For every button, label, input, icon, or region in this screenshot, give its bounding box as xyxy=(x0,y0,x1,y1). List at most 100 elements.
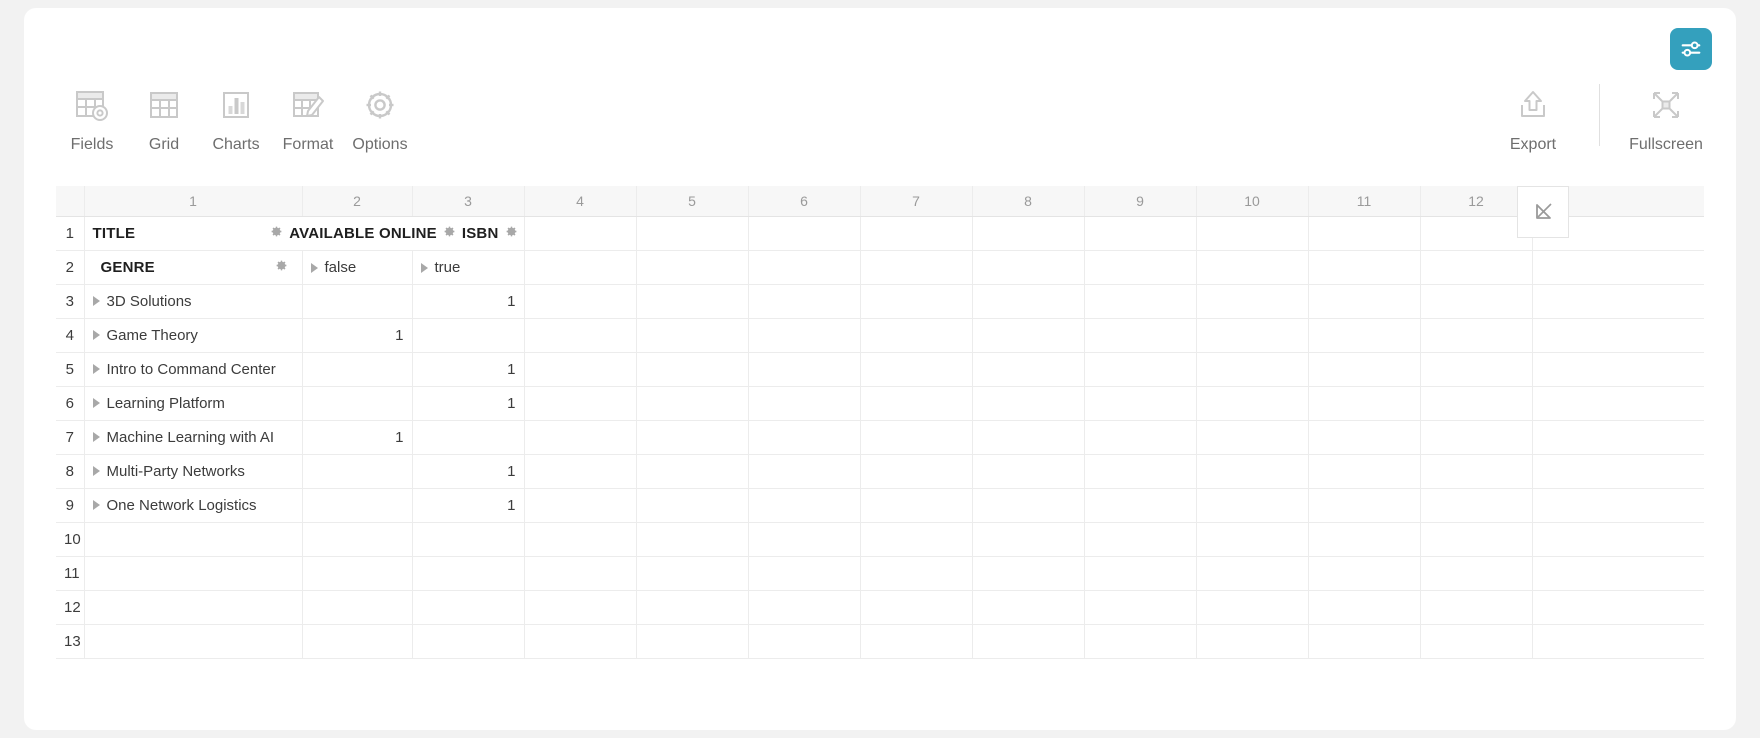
row-number-3[interactable]: 3 xyxy=(56,284,85,319)
grid-cell[interactable] xyxy=(1532,522,1704,557)
genre-cell[interactable]: Game Theory xyxy=(84,318,303,353)
grid-cell[interactable] xyxy=(1308,318,1421,353)
grid-cell[interactable] xyxy=(860,590,973,625)
grid-cell[interactable] xyxy=(748,522,861,557)
grid-cell[interactable] xyxy=(1532,624,1704,659)
grid-cell[interactable] xyxy=(524,352,637,387)
row-number-11[interactable]: 11 xyxy=(56,556,85,591)
genre-cell[interactable]: Multi-Party Networks xyxy=(84,454,303,489)
grid-cell[interactable] xyxy=(84,556,303,591)
grid-cell[interactable] xyxy=(1308,454,1421,489)
grid-cell[interactable] xyxy=(860,556,973,591)
grid-cell[interactable] xyxy=(1532,386,1704,421)
row-number-1[interactable]: 1 xyxy=(56,216,85,251)
grid-cell[interactable] xyxy=(1420,250,1533,285)
grid-cell[interactable] xyxy=(1532,284,1704,319)
grid-cell[interactable] xyxy=(1196,386,1309,421)
grid-cell[interactable] xyxy=(748,216,861,251)
value-cell-true[interactable]: 1 xyxy=(412,488,525,523)
grid-cell[interactable] xyxy=(972,318,1085,353)
column-header-7[interactable]: 7 xyxy=(860,186,973,217)
grid-cell[interactable] xyxy=(1084,318,1197,353)
grid-cell[interactable] xyxy=(972,556,1085,591)
grid-cell[interactable] xyxy=(636,522,749,557)
grid-cell[interactable] xyxy=(860,522,973,557)
gear-icon[interactable] xyxy=(505,225,518,242)
value-cell-false[interactable] xyxy=(302,352,413,387)
grid-cell[interactable] xyxy=(1084,556,1197,591)
grid-cell[interactable] xyxy=(524,386,637,421)
value-cell-true[interactable]: 1 xyxy=(412,386,525,421)
grid-cell[interactable] xyxy=(524,454,637,489)
grid-cell[interactable] xyxy=(1196,250,1309,285)
row-number-6[interactable]: 6 xyxy=(56,386,85,421)
grid-cell[interactable] xyxy=(972,386,1085,421)
grid-cell[interactable] xyxy=(1420,386,1533,421)
grid-cell[interactable] xyxy=(1532,454,1704,489)
grid-cell[interactable] xyxy=(524,556,637,591)
row-number-10[interactable]: 10 xyxy=(56,522,85,557)
gear-icon[interactable] xyxy=(443,225,456,242)
genre-cell[interactable]: Intro to Command Center xyxy=(84,352,303,387)
grid-cell[interactable] xyxy=(636,556,749,591)
grid-cell[interactable] xyxy=(1532,556,1704,591)
grid-cell[interactable] xyxy=(1196,420,1309,455)
grid-cell[interactable] xyxy=(1532,420,1704,455)
grid-cell[interactable] xyxy=(1420,216,1533,251)
value-cell-false[interactable]: 1 xyxy=(302,318,413,353)
grid-cell[interactable] xyxy=(972,284,1085,319)
toolbar-button-grid[interactable]: Grid xyxy=(128,80,200,154)
grid-cell[interactable] xyxy=(1420,590,1533,625)
grid-cell[interactable] xyxy=(524,624,637,659)
value-cell-true[interactable]: 1 xyxy=(412,284,525,319)
value-cell-true[interactable] xyxy=(412,420,525,455)
value-cell-false[interactable] xyxy=(302,454,413,489)
row-number-7[interactable]: 7 xyxy=(56,420,85,455)
grid-cell[interactable] xyxy=(1196,352,1309,387)
grid-cell[interactable] xyxy=(860,284,973,319)
grid-cell[interactable] xyxy=(1420,522,1533,557)
row-number-5[interactable]: 5 xyxy=(56,352,85,387)
grid-cell[interactable] xyxy=(1532,590,1704,625)
grid-cell[interactable] xyxy=(524,420,637,455)
grid-cell[interactable] xyxy=(972,420,1085,455)
grid-cell[interactable] xyxy=(1084,590,1197,625)
value-cell-false[interactable] xyxy=(302,488,413,523)
grid-cell[interactable] xyxy=(860,624,973,659)
grid-cell[interactable] xyxy=(636,386,749,421)
grid-cell[interactable] xyxy=(1196,556,1309,591)
grid-cell[interactable] xyxy=(1420,624,1533,659)
grid-cell[interactable] xyxy=(636,250,749,285)
grid-cell[interactable] xyxy=(1196,318,1309,353)
grid-cell[interactable] xyxy=(972,624,1085,659)
grid-cell[interactable] xyxy=(1420,454,1533,489)
grid-cell[interactable] xyxy=(1196,454,1309,489)
grid-cell[interactable] xyxy=(302,556,413,591)
row-number-4[interactable]: 4 xyxy=(56,318,85,353)
column-header-1[interactable]: 1 xyxy=(84,186,303,217)
grid-cell[interactable] xyxy=(302,522,413,557)
gear-icon[interactable] xyxy=(275,259,288,276)
column-header-3[interactable]: 3 xyxy=(412,186,525,217)
field-label-title[interactable]: TITLE xyxy=(93,225,136,242)
grid-cell[interactable] xyxy=(636,590,749,625)
grid-cell[interactable] xyxy=(84,590,303,625)
genre-cell[interactable]: One Network Logistics xyxy=(84,488,303,523)
field-label-isbn[interactable]: ISBN xyxy=(462,225,499,242)
row-field-label-genre[interactable]: GENRE xyxy=(101,259,155,276)
grid-cell[interactable] xyxy=(412,590,525,625)
grid-cell[interactable] xyxy=(1420,318,1533,353)
grid-cell[interactable] xyxy=(1084,488,1197,523)
grid-cell[interactable] xyxy=(972,590,1085,625)
toolbar-button-format[interactable]: Format xyxy=(272,80,344,154)
genre-cell[interactable]: Machine Learning with AI xyxy=(84,420,303,455)
value-cell-true[interactable]: 1 xyxy=(412,454,525,489)
value-cell-false[interactable]: 1 xyxy=(302,420,413,455)
row-number-2[interactable]: 2 xyxy=(56,250,85,285)
grid-cell[interactable] xyxy=(748,488,861,523)
column-value-true[interactable]: true xyxy=(412,250,525,285)
grid-cell[interactable] xyxy=(524,284,637,319)
grid-cell[interactable] xyxy=(636,352,749,387)
grid-cell[interactable] xyxy=(748,386,861,421)
grid-cell[interactable] xyxy=(860,250,973,285)
